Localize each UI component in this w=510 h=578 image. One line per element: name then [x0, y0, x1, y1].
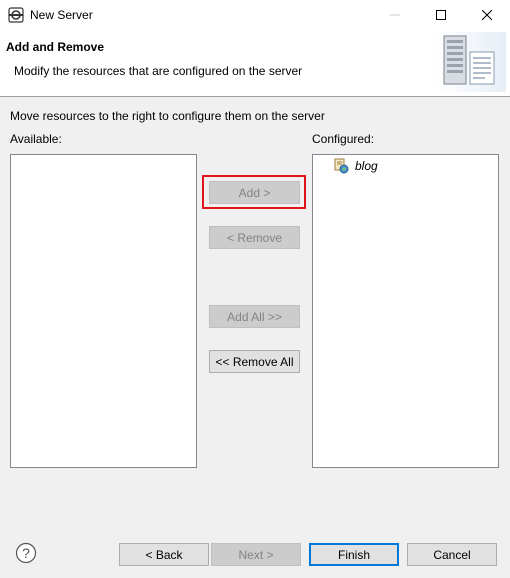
page-description: Modify the resources that are configured… — [14, 64, 303, 78]
finish-button[interactable]: Finish — [309, 543, 399, 566]
configured-list[interactable]: blog — [312, 154, 499, 468]
help-icon[interactable]: ? — [15, 542, 37, 564]
configured-label: Configured: — [312, 132, 375, 146]
maximize-button[interactable] — [418, 0, 464, 30]
configured-item-label: blog — [355, 159, 378, 173]
remove-all-button[interactable]: << Remove All — [209, 350, 300, 373]
web-project-icon — [334, 158, 349, 174]
svg-text:?: ? — [22, 545, 30, 561]
title-bar: New Server — [0, 0, 510, 30]
back-button[interactable]: < Back — [119, 543, 209, 566]
add-all-button[interactable]: Add All >> — [209, 305, 300, 328]
eclipse-app-icon — [8, 7, 24, 23]
cancel-button[interactable]: Cancel — [407, 543, 497, 566]
minimize-button[interactable] — [372, 0, 418, 30]
maximize-icon — [436, 10, 446, 20]
page-title: Add and Remove — [6, 40, 105, 54]
server-wizard-icon — [436, 32, 506, 92]
wizard-header: Add and Remove Modify the resources that… — [0, 30, 510, 97]
remove-button[interactable]: < Remove — [209, 226, 300, 249]
instruction-text: Move resources to the right to configure… — [10, 109, 325, 123]
minimize-icon — [390, 14, 400, 16]
next-button[interactable]: Next > — [211, 543, 301, 566]
available-label: Available: — [10, 132, 62, 146]
available-list[interactable] — [10, 154, 197, 468]
close-button[interactable] — [464, 0, 510, 30]
window-title: New Server — [30, 8, 93, 22]
configured-item-blog[interactable]: blog — [333, 157, 378, 175]
highlight-annotation — [202, 175, 306, 209]
close-icon — [482, 10, 492, 20]
